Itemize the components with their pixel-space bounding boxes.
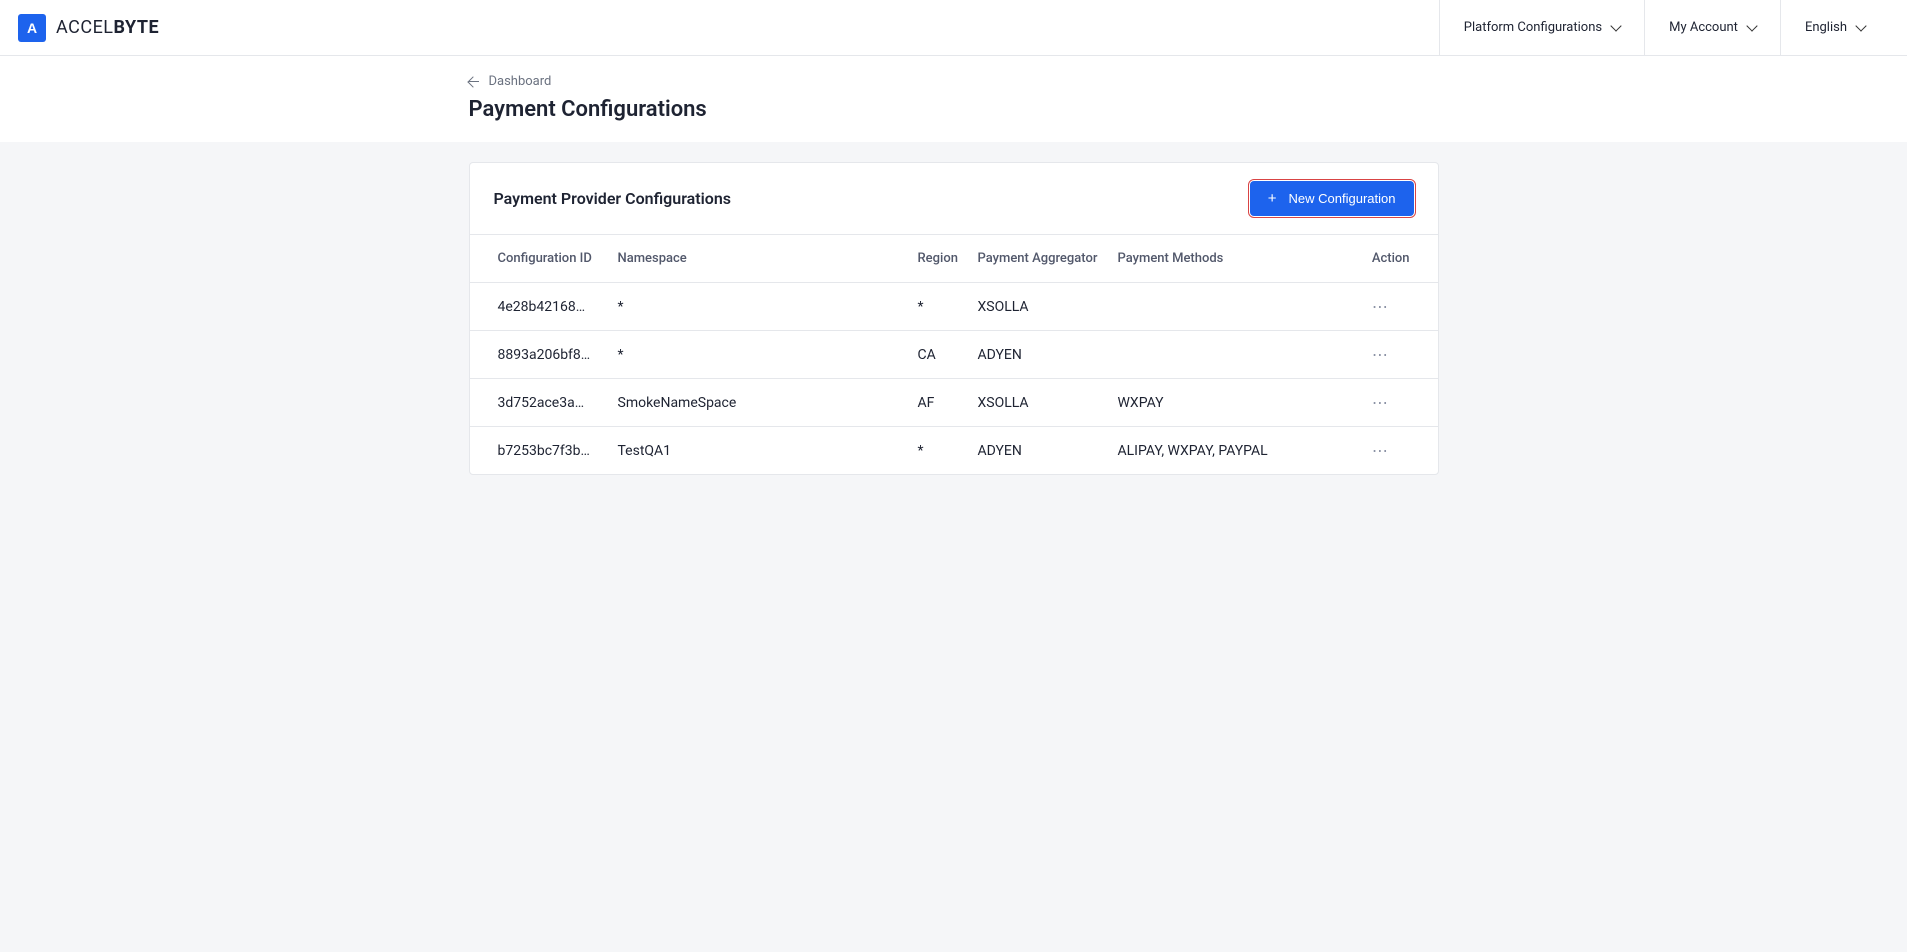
cell-config-id: 4e28b42168… bbox=[470, 283, 610, 331]
action-menu-icon[interactable]: ⋯ bbox=[1372, 441, 1389, 460]
chevron-down-icon bbox=[1855, 20, 1866, 31]
nav-my-account[interactable]: My Account bbox=[1644, 0, 1780, 55]
new-configuration-button[interactable]: + New Configuration bbox=[1250, 181, 1414, 216]
cell-methods bbox=[1110, 283, 1364, 331]
cell-aggregator: ADYEN bbox=[970, 331, 1110, 379]
cell-namespace: * bbox=[610, 331, 910, 379]
app-header: A ACCELBYTE Platform Configurations My A… bbox=[0, 0, 1907, 56]
cell-config-id: 8893a206bf8… bbox=[470, 331, 610, 379]
breadcrumb[interactable]: Dashboard bbox=[469, 74, 1439, 89]
chevron-down-icon bbox=[1610, 20, 1621, 31]
cell-methods bbox=[1110, 331, 1364, 379]
cell-namespace: SmokeNameSpace bbox=[610, 379, 910, 427]
action-menu-icon[interactable]: ⋯ bbox=[1372, 345, 1389, 364]
payment-provider-card: Payment Provider Configurations + New Co… bbox=[469, 162, 1439, 475]
table-row: 4e28b42168… * * XSOLLA ⋯ bbox=[470, 283, 1438, 331]
cell-config-id: b7253bc7f3b… bbox=[470, 427, 610, 475]
cell-action: ⋯ bbox=[1364, 379, 1438, 427]
cell-aggregator: XSOLLA bbox=[970, 379, 1110, 427]
logo[interactable]: A ACCELBYTE bbox=[18, 14, 159, 42]
table-row: 3d752ace3a… SmokeNameSpace AF XSOLLA WXP… bbox=[470, 379, 1438, 427]
cell-config-id: 3d752ace3a… bbox=[470, 379, 610, 427]
nav-item-label: Platform Configurations bbox=[1464, 20, 1602, 35]
cell-methods: WXPAY bbox=[1110, 379, 1364, 427]
cell-namespace: TestQA1 bbox=[610, 427, 910, 475]
action-menu-icon[interactable]: ⋯ bbox=[1372, 297, 1389, 316]
content: Payment Provider Configurations + New Co… bbox=[469, 162, 1439, 475]
cell-region: * bbox=[910, 427, 970, 475]
button-label: New Configuration bbox=[1289, 191, 1396, 206]
table-header-region: Region bbox=[910, 235, 970, 283]
table-row: b7253bc7f3b… TestQA1 * ADYEN ALIPAY, WXP… bbox=[470, 427, 1438, 475]
svg-text:A: A bbox=[27, 20, 37, 36]
cell-namespace: * bbox=[610, 283, 910, 331]
cell-region: * bbox=[910, 283, 970, 331]
nav-language[interactable]: English bbox=[1780, 0, 1889, 55]
table-header-config-id: Configuration ID bbox=[470, 235, 610, 283]
plus-icon: + bbox=[1268, 191, 1277, 206]
table-header-action: Action bbox=[1364, 235, 1438, 283]
cell-aggregator: XSOLLA bbox=[970, 283, 1110, 331]
cell-action: ⋯ bbox=[1364, 283, 1438, 331]
nav-item-label: My Account bbox=[1669, 20, 1738, 35]
logo-mark-icon: A bbox=[18, 14, 46, 42]
card-title: Payment Provider Configurations bbox=[494, 189, 732, 208]
page-title: Payment Configurations bbox=[469, 97, 1439, 122]
cell-region: AF bbox=[910, 379, 970, 427]
header-nav: Platform Configurations My Account Engli… bbox=[1439, 0, 1889, 55]
nav-item-label: English bbox=[1805, 20, 1847, 35]
action-menu-icon[interactable]: ⋯ bbox=[1372, 393, 1389, 412]
table-header-aggregator: Payment Aggregator bbox=[970, 235, 1110, 283]
cell-action: ⋯ bbox=[1364, 427, 1438, 475]
cell-action: ⋯ bbox=[1364, 331, 1438, 379]
arrow-left-icon bbox=[469, 78, 479, 86]
page-header: Dashboard Payment Configurations bbox=[0, 56, 1907, 142]
table-header-methods: Payment Methods bbox=[1110, 235, 1364, 283]
nav-platform-configurations[interactable]: Platform Configurations bbox=[1439, 0, 1644, 55]
cell-methods: ALIPAY, WXPAY, PAYPAL bbox=[1110, 427, 1364, 475]
table-row: 8893a206bf8… * CA ADYEN ⋯ bbox=[470, 331, 1438, 379]
breadcrumb-label: Dashboard bbox=[489, 74, 552, 89]
card-header: Payment Provider Configurations + New Co… bbox=[470, 163, 1438, 234]
logo-text: ACCELBYTE bbox=[56, 17, 159, 38]
cell-aggregator: ADYEN bbox=[970, 427, 1110, 475]
table-header-namespace: Namespace bbox=[610, 235, 910, 283]
configurations-table: Configuration ID Namespace Region Paymen… bbox=[470, 234, 1438, 474]
chevron-down-icon bbox=[1746, 20, 1757, 31]
cell-region: CA bbox=[910, 331, 970, 379]
